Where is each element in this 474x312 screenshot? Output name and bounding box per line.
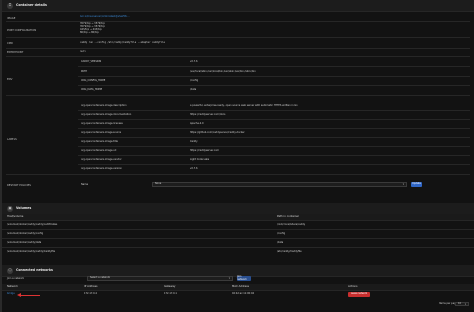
network-ip: 172.17.0.4 [84, 292, 97, 295]
actions-column-header: Actions [348, 285, 358, 288]
label-key: org.opencontainers.image.description [81, 104, 127, 107]
labels-label: LABELS [7, 138, 17, 141]
volume-host: /volume1/docker/caddy/caddy/Caddyfile [7, 250, 56, 253]
label-value: a powerful, enterprise-ready, open sourc… [190, 104, 298, 107]
env-key: PATH [81, 70, 87, 73]
env-label: ENV [7, 78, 13, 81]
container-details-panel: ⌗ Container details IMAGE lscr.io/linuxs… [2, 0, 474, 193]
env-value: /config [190, 79, 199, 82]
volume-path: /root/.local/share/caddy [277, 223, 306, 226]
networks-table-header: Network IP Address Gateway MAC Address A… [2, 284, 474, 291]
items-per-page-value: 10 [458, 301, 462, 305]
image-label: IMAGE [7, 17, 16, 20]
volume-path: /data [277, 241, 284, 244]
label-key: org.opencontainers.image.title [81, 140, 118, 143]
network-gateway: 172.17.0.1 [164, 292, 177, 295]
ip-column-header[interactable]: IP Address [84, 285, 97, 288]
volumes-panel: ▣ Volumes Host/volume Path in container … [2, 203, 474, 258]
label-value: Caddy [190, 140, 198, 143]
mac-column-header[interactable]: MAC Address [232, 285, 249, 288]
volume-path: /etc/caddy/Caddyfile [277, 250, 302, 253]
networks-panel: ⬡ Connected networks Join a network Sele… [2, 265, 474, 312]
label-key: org.opencontainers.image.version [81, 167, 122, 170]
items-per-page-select[interactable]: 10 ▾ [455, 302, 469, 306]
network-row: bridge 172.17.0.4 172.17.0.1 02:42:ac:11… [2, 292, 474, 298]
label-value: Light Code Labs [190, 158, 210, 161]
port-config-label: PORT CONFIGURATION [7, 29, 37, 32]
label-key: org.opencontainers.image.documentation [81, 113, 132, 116]
cmd-label: CMD [7, 42, 14, 45]
restart-name-label: Name [81, 183, 89, 186]
volume-host: /volume1/docker/caddy/caddy/certificates [7, 223, 58, 226]
env-key: CADDY_VERSION [81, 60, 102, 63]
env-key: XDG_CONFIG_HOME [81, 79, 106, 82]
volume-host: /volume1/docker/caddy/data [7, 241, 42, 244]
volume-path: /config [277, 232, 286, 235]
update-restart-policy-button[interactable]: Update [411, 182, 422, 187]
label-value: https://github.com/caddyserver/caddy-doc… [190, 131, 245, 134]
gateway-column-header[interactable]: Gateway [164, 285, 175, 288]
env-value: /usr/local/sbin:/usr/local/bin:/usr/sbin… [190, 70, 256, 73]
label-key: org.opencontainers.image.url [81, 149, 117, 152]
entrypoint-label: ENTRYPOINT [7, 51, 24, 54]
label-value: v2.7.6 [190, 167, 198, 170]
network-select[interactable]: Select a network ▾ [87, 276, 233, 281]
network-icon: ⬡ [7, 267, 13, 274]
volumes-table-header: Host/volume Path in container [2, 214, 474, 221]
restart-policy-select[interactable]: None ▾ [152, 182, 407, 187]
network-column-header[interactable]: Network [7, 285, 18, 288]
cube-icon: ▣ [7, 205, 13, 212]
networks-title: Connected networks [16, 267, 53, 272]
join-network-label: Join a network [7, 277, 25, 280]
restart-policies-label: RESTART POLICIES [7, 184, 31, 187]
code-icon: ⌗ [7, 2, 13, 9]
label-key: org.opencontainers.image.source [81, 131, 122, 134]
volumes-title: Volumes [16, 205, 32, 210]
leave-network-label: Leave network [350, 292, 368, 296]
network-name-link[interactable]: bridge [7, 292, 15, 296]
container-path-column-header[interactable]: Path in container [277, 215, 299, 218]
annotation-arrow [20, 295, 40, 296]
network-select-placeholder: Select a network [90, 276, 111, 280]
label-value: https://caddyserver.com/docs [190, 113, 226, 116]
leave-network-button[interactable]: Leave network [348, 292, 370, 297]
host-volume-column-header[interactable]: Host/volume [7, 215, 23, 218]
entrypoint-value: null [80, 50, 86, 53]
cmd-value: caddy run --config /etc/caddy/Caddyfile … [80, 41, 165, 44]
label-key: org.opencontainers.image.vendor [81, 158, 122, 161]
chevron-down-icon: ▾ [228, 277, 230, 280]
container-details-header: ⌗ Container details [2, 0, 474, 12]
env-value: v2.7.6 [190, 60, 198, 63]
env-key: XDG_DATA_HOME [81, 88, 103, 91]
chevron-down-icon: ▾ [464, 303, 466, 306]
join-network-button[interactable]: Join network [237, 275, 251, 281]
container-page: ⌗ Container details IMAGE lscr.io/linuxs… [2, 0, 474, 312]
label-value: https://caddyserver.com [190, 149, 220, 152]
chevron-down-icon: ▾ [402, 183, 404, 186]
network-mac: 02:42:ac:11:00:04 [232, 292, 255, 295]
label-key: org.opencontainers.image.licenses [81, 122, 123, 125]
env-value: /data [190, 88, 197, 91]
image-value[interactable]: lscr.io/linuxserver/ombi:latest@sha256:.… [80, 15, 130, 19]
port-row: 80/tcp → 80/tcp [80, 31, 99, 34]
container-details-title: Container details [16, 2, 47, 7]
restart-policy-selected: None [155, 182, 162, 186]
volume-host: /volume1/docker/caddy/config [7, 232, 44, 235]
label-value: Apache-2.0 [190, 122, 204, 125]
